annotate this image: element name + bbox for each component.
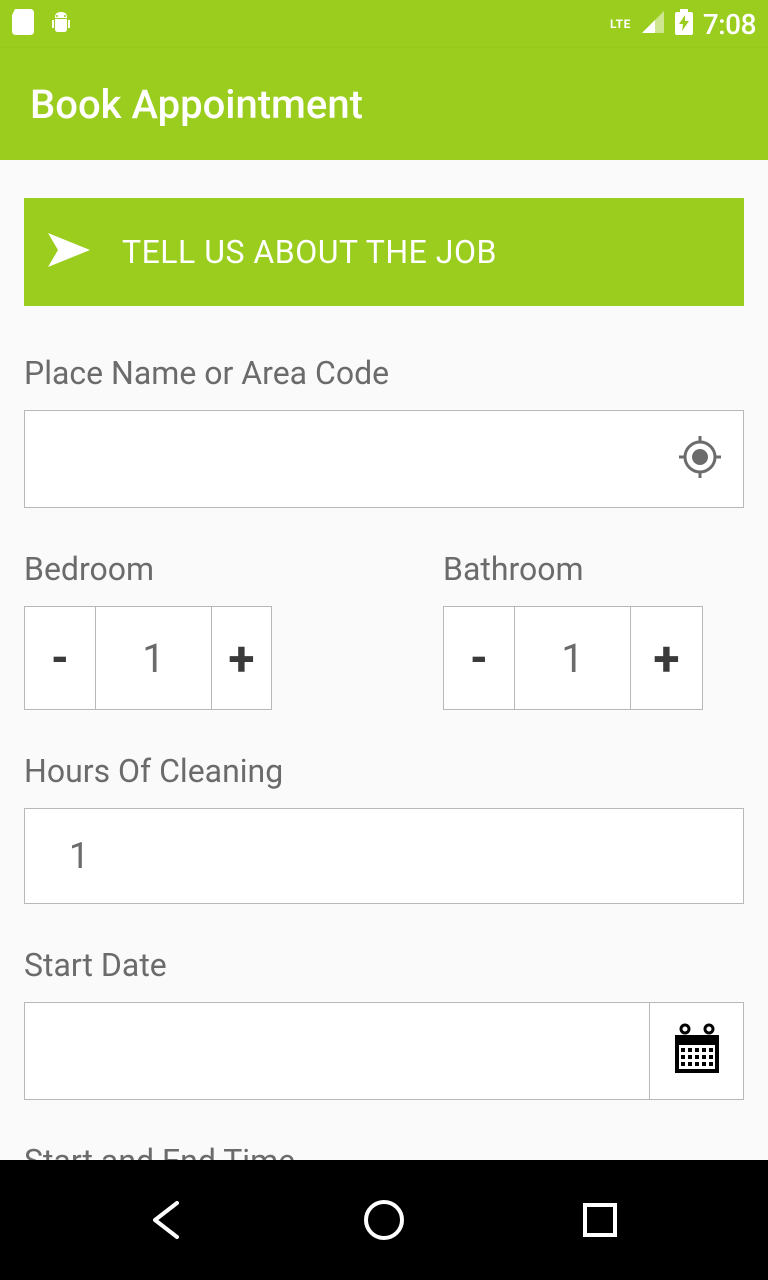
app-bar: Book Appointment [0,48,768,160]
bathroom-stepper: - 1 + [443,606,703,710]
arrow-send-icon [46,227,92,277]
bedroom-label: Bedroom [24,550,325,588]
location-input-container [24,410,744,508]
battery-charging-icon [675,9,693,39]
android-debug-icon [48,9,74,39]
home-button[interactable] [354,1190,414,1250]
recents-button[interactable] [570,1190,630,1250]
bathroom-value: 1 [515,606,631,710]
hours-value: 1 [69,835,89,877]
signal-icon [641,10,665,38]
back-button[interactable] [138,1190,198,1250]
banner-text: TELL US ABOUT THE JOB [122,233,497,271]
calendar-button[interactable] [649,1003,743,1099]
bedroom-increment-button[interactable]: + [212,606,272,710]
bathroom-decrement-button[interactable]: - [443,606,515,710]
bedroom-value: 1 [96,606,212,710]
start-date-label: Start Date [24,946,744,984]
status-bar: LTE 7:08 [0,0,768,48]
hours-select[interactable]: 1 [24,808,744,904]
gps-locate-icon[interactable] [677,434,723,484]
calendar-icon [671,1023,723,1079]
start-date-field [24,1002,744,1100]
content-area: TELL US ABOUT THE JOB Place Name or Area… [0,160,768,1160]
bedroom-stepper: - 1 + [24,606,325,710]
location-input[interactable] [45,411,677,507]
lte-icon: LTE [610,17,631,31]
bathroom-label: Bathroom [443,550,584,588]
android-nav-bar [0,1160,768,1280]
status-time: 7:08 [703,8,756,41]
time-range-label: Start and End Time [24,1142,744,1160]
page-title: Book Appointment [30,81,363,128]
section-banner: TELL US ABOUT THE JOB [24,198,744,306]
location-label: Place Name or Area Code [24,354,744,392]
sd-card-icon [12,9,34,39]
start-date-input[interactable] [45,1003,629,1099]
bathroom-increment-button[interactable]: + [631,606,703,710]
bedroom-decrement-button[interactable]: - [24,606,96,710]
hours-label: Hours Of Cleaning [24,752,744,790]
